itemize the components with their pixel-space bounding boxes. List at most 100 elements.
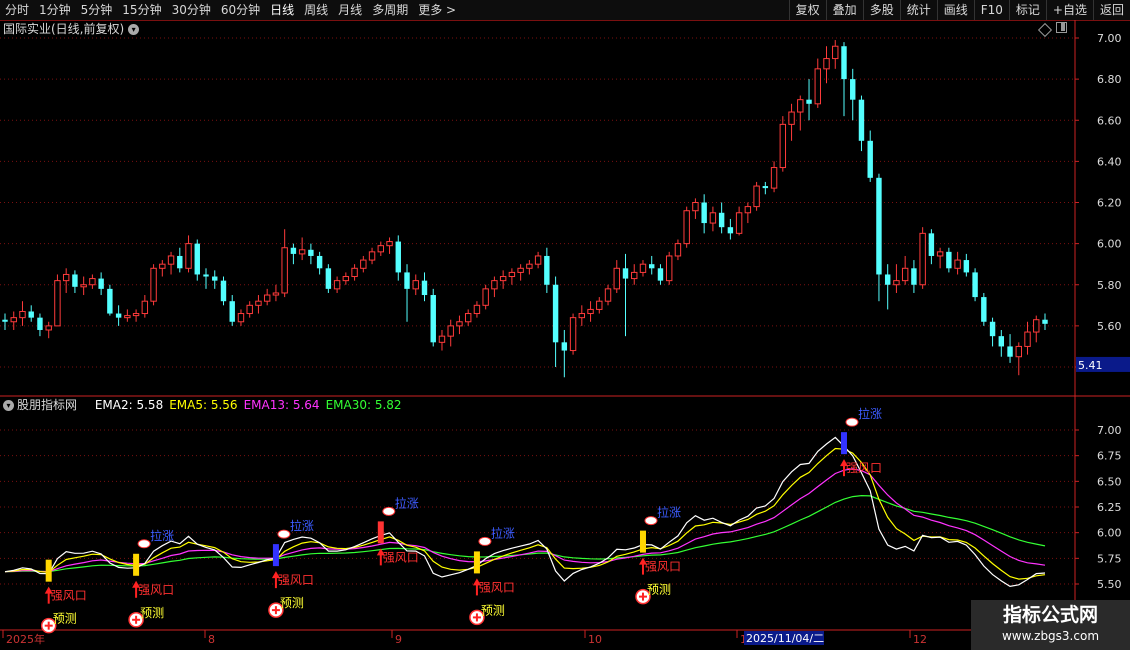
x-tick-label: 10 [588,633,602,646]
candle-body [237,313,245,323]
candle-body [709,212,717,224]
candle-body [770,167,778,189]
price-tick-label: 6.40 [1097,155,1122,168]
x-tick-label: 2025年 [6,632,45,646]
candle-body [290,247,297,254]
candle-body [569,317,577,352]
candle-body [308,249,314,256]
candle-body [674,243,682,257]
up-icon [845,417,859,427]
candle-body [517,267,524,273]
chart-canvas[interactable]: 7.006.806.606.406.206.005.805.605.405.41… [0,0,1130,650]
candle-body [578,313,586,319]
signal-marker: 强风口 拉涨预测 [469,525,515,626]
signal-bar [639,530,646,553]
signal-marker: 强风口 拉涨预测 [268,518,314,618]
candle-body [613,267,620,290]
current-price-label: 5.41 [1078,359,1103,372]
signal-bar [272,544,279,567]
strong-label: 强风口 [479,580,515,594]
candle-body [377,245,385,253]
candle-body [351,267,358,278]
up-label: 拉涨 [657,505,681,520]
up-label: 拉涨 [491,525,515,540]
up-label: 拉涨 [150,528,174,543]
candle-body [596,300,603,310]
candle-body [115,313,122,318]
candle-body [1033,319,1040,333]
candle-body [534,255,542,265]
price-tick-label: 5.80 [1097,279,1122,292]
candle-body [150,267,157,302]
candle-body [107,288,113,314]
x-tick-label: 9 [395,633,402,646]
candle-body [928,233,935,256]
pre-label: 预测 [280,596,304,610]
candle-body [1015,345,1022,358]
ema-tick-label: 7.00 [1097,424,1122,437]
candle-body [10,317,17,323]
ema-tick-label: 6.75 [1097,450,1122,463]
signal-marker: 强风口 拉涨预测 [128,528,174,628]
candle-body [246,304,253,315]
candle-body [972,272,978,298]
candle-body [316,255,323,269]
candle-body [622,268,629,279]
pre-label: 预测 [53,612,77,626]
price-tick-label: 7.00 [1097,32,1122,45]
candle-body [552,284,559,343]
candle-body [19,310,26,319]
candle-body [963,260,970,273]
price-tick-label: 6.60 [1097,114,1122,127]
up-label: 拉涨 [290,518,314,533]
cursor-date-label: 2025/11/04/二 [746,632,824,645]
signal-marker: 强风口 拉涨 [839,406,882,477]
candle-body [194,243,200,275]
candle-body [430,295,436,343]
candle-body [911,268,917,285]
signal-marker: 强风口 拉涨 [376,495,419,566]
candle-body [850,79,856,100]
candle-body [325,268,332,289]
candle-body [744,206,752,214]
candle-body [946,251,952,269]
ema-line-ema5 [4,447,1046,580]
candle-body [447,325,454,337]
candle-body [727,227,734,234]
candle-body [998,336,1005,347]
signal-marker: 强风口预测 [40,559,87,634]
candle-body [298,249,306,255]
candle-body [473,304,481,315]
candle-body [281,247,288,294]
candle-body [832,45,839,60]
ema-line-ema2 [4,436,1046,588]
candle-body [212,276,218,281]
candle-body [561,342,568,351]
strong-label: 强风口 [51,589,87,603]
candle-body [735,212,743,234]
candle-body [587,308,594,315]
up-icon [644,516,658,526]
candle-body [132,313,140,317]
candle-body [203,274,209,277]
up-icon [382,506,396,516]
watermark-title: 指标公式网 [1002,604,1098,626]
up-label: 拉涨 [395,495,419,510]
x-tick-label: 12 [913,633,927,646]
candle-body [404,272,410,289]
candle-body [141,300,149,315]
signal-bar [840,432,847,455]
candle-body [124,315,131,319]
candle-body [62,273,70,282]
candle-body [814,68,821,105]
candle-body [1024,331,1031,347]
ema-tick-label: 6.50 [1097,475,1122,488]
pre-label: 预测 [647,583,671,597]
signal-bar [133,553,140,576]
candle-body [342,276,350,282]
candle-body [692,202,699,212]
candle-body [753,185,760,208]
candle-body [981,297,987,322]
candle-body [639,263,647,273]
candle-body [368,251,376,261]
